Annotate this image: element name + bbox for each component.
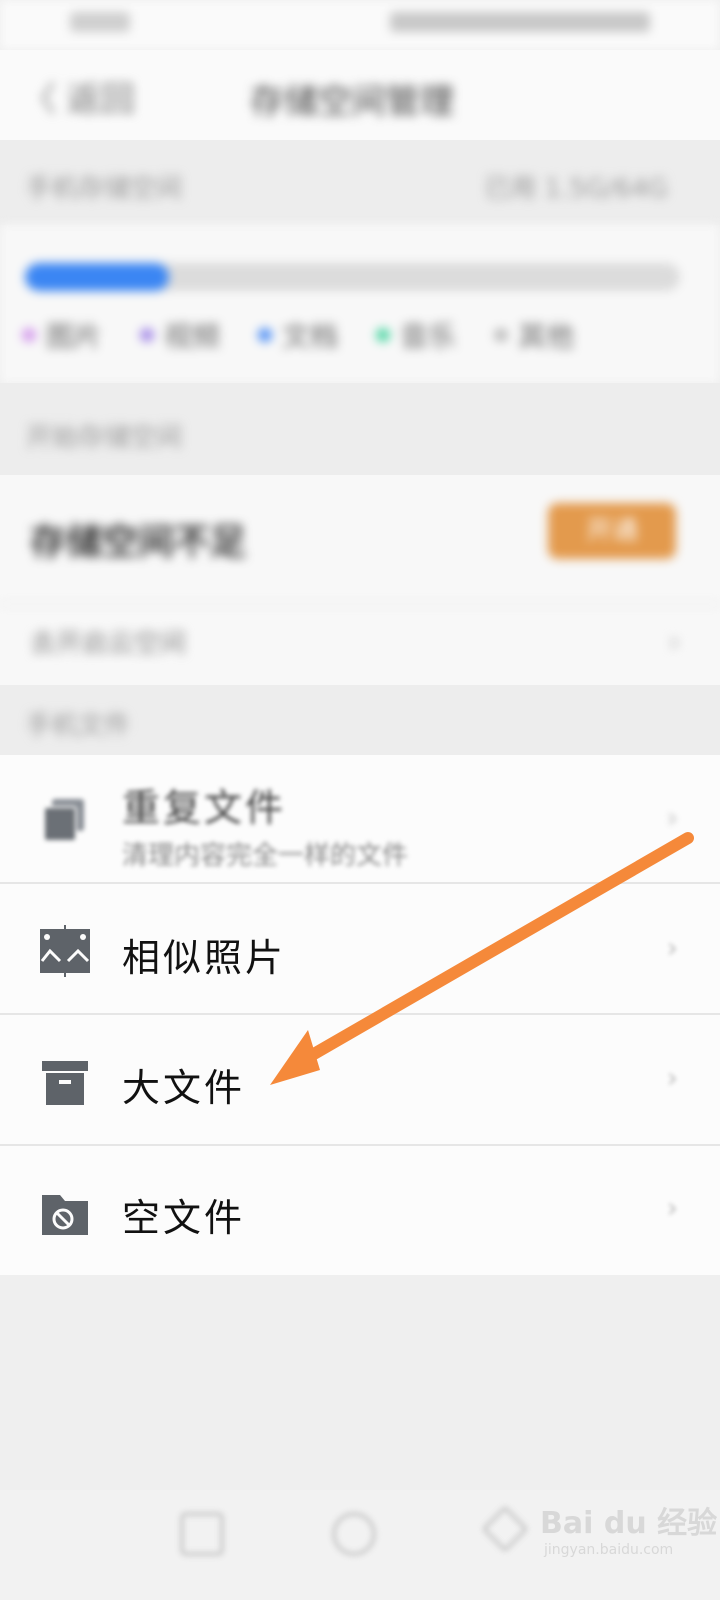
duplicate-files-icon: [43, 799, 84, 842]
list-item-label: 相似照片: [122, 936, 287, 980]
storage-used-text: 已用 1.5G/64G: [484, 174, 668, 204]
list-item-label: 重复文件: [122, 786, 287, 830]
legend-label: 其他: [518, 320, 575, 353]
legend-item: 其他: [494, 315, 574, 355]
suggestion-card: 存储空间不足 开通 去开启云空间 ›: [0, 475, 720, 685]
legend-label: 视频: [164, 320, 221, 353]
files-section-label: 手机文件: [26, 711, 131, 741]
suggestion-sub-link[interactable]: 去开启云空间: [30, 623, 186, 660]
legend-dot: [376, 328, 391, 342]
status-bar: [0, 0, 720, 50]
list-item-label: 空文件: [122, 1196, 246, 1240]
storage-legend: 图片 视频 文档 音乐 其他: [22, 315, 574, 355]
page-title: 存储空间管理: [250, 82, 454, 122]
chevron-right-icon: ›: [666, 801, 678, 834]
storage-progress-bar: [25, 263, 680, 291]
legend-item: 视频: [140, 315, 220, 355]
archive-box-icon: [42, 1061, 88, 1105]
list-item-desc: 清理内容完全一样的文件: [122, 841, 409, 871]
storage-card: 图片 视频 文档 音乐 其他: [0, 225, 720, 383]
legend-dot: [22, 328, 36, 342]
chevron-right-icon: ›: [666, 1191, 678, 1224]
blocked-folder-icon: [42, 1195, 88, 1235]
list-item-label: 大文件: [122, 1066, 246, 1110]
back-nav-button[interactable]: [480, 1504, 530, 1554]
legend-label: 音乐: [400, 320, 457, 353]
storage-progress-fill: [25, 263, 170, 291]
baidu-watermark: Bai du 经验 jingyan.baidu.com: [540, 1498, 717, 1558]
recent-apps-button[interactable]: [180, 1512, 224, 1556]
list-item-large-files[interactable]: 大文件 ›: [0, 1015, 720, 1145]
suggestion-text: 存储空间不足: [30, 522, 247, 563]
home-button[interactable]: [332, 1512, 376, 1556]
legend-dot: [140, 328, 155, 342]
status-time: [70, 12, 130, 32]
legend-item: 音乐: [376, 315, 456, 355]
chevron-right-icon: ›: [666, 931, 678, 964]
files-section-header: 手机文件: [0, 685, 720, 755]
suggestion-divider: [0, 603, 720, 605]
suggestion-section-header: 开始存储空间: [0, 383, 720, 475]
watermark-url: jingyan.baidu.com: [544, 1542, 674, 1558]
app-header: 〈 返回 存储空间管理: [0, 50, 720, 140]
back-button[interactable]: 〈 返回: [22, 72, 135, 121]
legend-dot: [258, 328, 273, 342]
chevron-right-icon: ›: [666, 1061, 678, 1094]
list-item-duplicate-files[interactable]: 重复文件 清理内容完全一样的文件 ›: [0, 755, 720, 885]
legend-item: 文档: [258, 315, 338, 355]
status-icons: [390, 12, 650, 32]
storage-section-label: 手机存储空间: [26, 174, 183, 204]
legend-dot: [494, 328, 509, 342]
legend-item: 图片: [22, 315, 102, 355]
similar-photos-icon: [40, 925, 90, 977]
list-divider: [0, 882, 720, 884]
chevron-right-icon: ›: [668, 625, 680, 658]
suggestion-section-label: 开始存储空间: [26, 423, 183, 453]
list-item-similar-photos[interactable]: 相似照片 ›: [0, 885, 720, 1015]
watermark-logo: Bai du 经验: [540, 1506, 718, 1541]
legend-label: 图片: [46, 320, 103, 353]
file-category-list: 重复文件 清理内容完全一样的文件 › 相似照片 › 大文件 › 空文件 ›: [0, 755, 720, 1275]
storage-section-header: 手机存储空间 已用 1.5G/64G: [0, 140, 720, 225]
list-item-empty-files[interactable]: 空文件 ›: [0, 1145, 720, 1275]
legend-label: 文档: [282, 320, 339, 353]
suggestion-action-button[interactable]: 开通: [548, 503, 676, 559]
